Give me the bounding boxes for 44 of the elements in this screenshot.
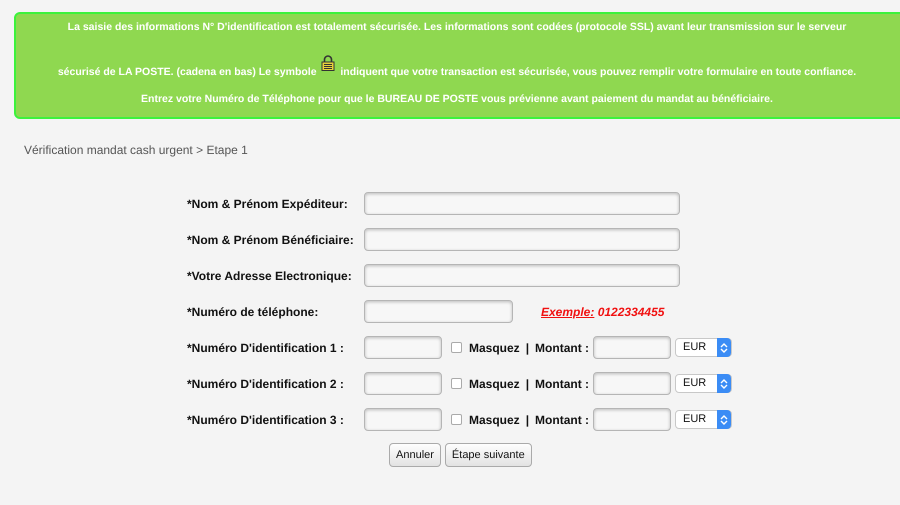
currency-select[interactable]: EUR — [675, 410, 732, 429]
amount-label: Montant : — [535, 340, 590, 356]
amount-label: Montant : — [535, 412, 590, 428]
mask-checkbox[interactable] — [451, 342, 462, 353]
field-label: *Numéro D'identification 3 : — [187, 412, 345, 428]
amount-field[interactable] — [593, 336, 672, 359]
checkbox-label: Masquez — [469, 376, 520, 392]
field-label: *Nom & Prénom Bénéficiaire: — [187, 232, 355, 248]
amount-field[interactable] — [593, 408, 672, 431]
amount-label: Montant : — [535, 376, 590, 392]
stepper-icon — [717, 338, 732, 357]
example-text: Exemple: 0122334455 — [541, 304, 664, 320]
field-label: *Numéro D'identification 1 : — [187, 340, 345, 356]
checkbox-label: Masquez — [469, 340, 520, 356]
id-field[interactable] — [364, 372, 442, 395]
field-label: *Numéro de téléphone: — [187, 304, 320, 320]
phone-field[interactable] — [364, 300, 513, 323]
separator-text: | — [526, 376, 530, 392]
notice-text: La saisie des informations N° D'identification est totalement sécurisée. Les informations sont codées (protocole SSL) avant leur transmission sur le serveur — [66, 21, 848, 35]
breadcrumb: Vérification mandat cash urgent > Etape 1 — [24, 142, 249, 159]
padlock-icon — [321, 55, 336, 71]
checkbox-label: Masquez — [469, 412, 520, 428]
form-button[interactable]: Annuler — [389, 443, 441, 467]
mask-checkbox[interactable] — [451, 378, 462, 389]
stepper-icon — [717, 410, 732, 429]
separator-text: | — [526, 340, 530, 356]
separator-text: | — [526, 412, 530, 428]
amount-field[interactable] — [593, 372, 672, 395]
field-label: *Numéro D'identification 2 : — [187, 376, 345, 392]
field-label: *Votre Adresse Electronique: — [187, 268, 353, 284]
mask-checkbox[interactable] — [451, 414, 462, 425]
notice-text: Entrez votre Numéro de Téléphone pour que le BUREAU DE POSTE vous prévienne avant paiement du mandat au bénéficiaire. — [140, 93, 774, 106]
text-field[interactable] — [364, 192, 680, 215]
currency-select[interactable]: EUR — [675, 374, 732, 393]
field-label: *Nom & Prénom Expéditeur: — [187, 196, 349, 212]
text-field[interactable] — [364, 228, 680, 251]
id-field[interactable] — [364, 336, 442, 359]
text-field[interactable] — [364, 264, 680, 287]
id-field[interactable] — [364, 408, 442, 431]
currency-select[interactable]: EUR — [675, 338, 732, 357]
notice-text: sécurisé de LA POSTE. (cadena en bas) Le symbole — [58, 66, 317, 78]
notice-text: indiquent que votre transaction est sécurisée, vous pouvez remplir votre formulaire en toute confiance. — [340, 66, 856, 78]
form-button[interactable]: Étape suivante — [444, 443, 532, 467]
stepper-icon — [717, 374, 732, 393]
